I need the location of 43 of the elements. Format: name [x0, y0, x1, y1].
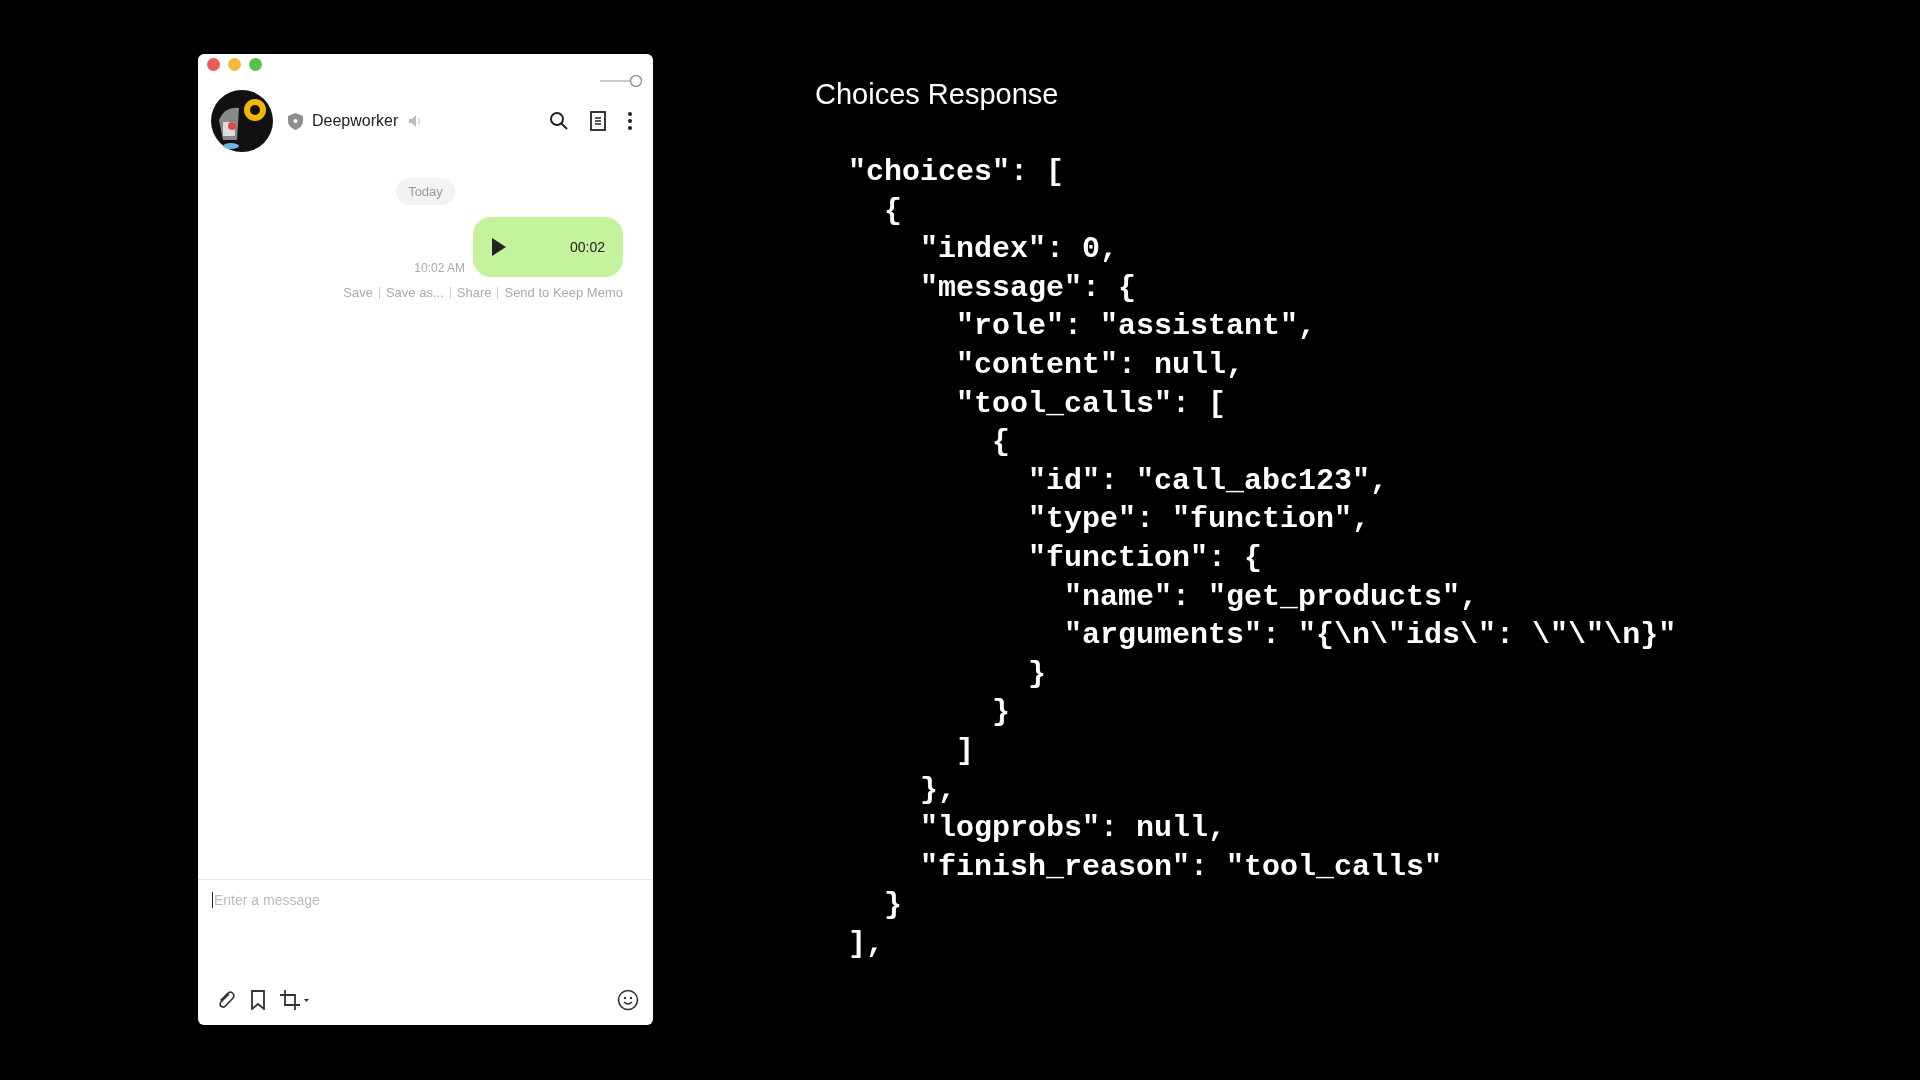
- code-line: "role": "assistant",: [955, 308, 1318, 346]
- code-line: "type": "function",: [1027, 501, 1372, 539]
- code-line: "function": {: [1027, 539, 1264, 577]
- shield-icon: [287, 111, 304, 131]
- voice-message-bubble[interactable]: 00:02: [473, 217, 623, 277]
- code-line: ]: [955, 732, 976, 770]
- slider-handle-icon[interactable]: [600, 73, 644, 89]
- code-line: }: [883, 887, 903, 925]
- voice-duration: 00:02: [569, 239, 605, 255]
- message-action-link[interactable]: Save as...: [385, 285, 444, 300]
- code-line: },: [919, 771, 958, 809]
- code-line: {: [991, 424, 1012, 462]
- code-line: "finish_reason": "tool_calls": [919, 848, 1444, 886]
- emoji-icon[interactable]: [617, 989, 639, 1011]
- paperclip-icon[interactable]: [216, 990, 236, 1010]
- more-icon[interactable]: [627, 111, 633, 131]
- avatar[interactable]: [211, 90, 273, 152]
- code-line: }: [991, 694, 1012, 732]
- code-line: {: [883, 192, 903, 230]
- slide-title: Choices Response: [815, 78, 1060, 111]
- message-action-link[interactable]: Save: [343, 285, 373, 300]
- search-icon[interactable]: [549, 111, 569, 131]
- code-line: "logprobs": null,: [919, 810, 1228, 848]
- code-line: "id": "call_abc123",: [1027, 462, 1390, 500]
- play-icon[interactable]: [491, 237, 507, 257]
- crop-icon[interactable]: [280, 990, 310, 1010]
- code-line: "choices": [: [848, 154, 1066, 191]
- contact-name: Deepworker: [312, 112, 399, 130]
- code-line: ],: [848, 925, 885, 963]
- date-divider: Today: [396, 178, 455, 205]
- bookmark-icon[interactable]: [250, 990, 266, 1010]
- code-line: }: [1027, 655, 1048, 693]
- code-line: "content": null,: [955, 346, 1246, 384]
- code-line: "tool_calls": [: [955, 385, 1228, 423]
- code-line: "index": 0,: [919, 231, 1120, 269]
- code-line: "name": "get_products",: [1063, 578, 1480, 616]
- message-time: 10:02 AM: [414, 261, 465, 275]
- message-action-link[interactable]: Send to Keep Memo: [504, 285, 623, 300]
- close-button[interactable]: [207, 58, 220, 71]
- message-action-link[interactable]: Share: [456, 285, 492, 300]
- code-line: "message": {: [919, 269, 1138, 307]
- code-line: "arguments": "{\n\"ids\": \"\"\n}": [1063, 617, 1677, 655]
- notes-icon[interactable]: [589, 111, 607, 131]
